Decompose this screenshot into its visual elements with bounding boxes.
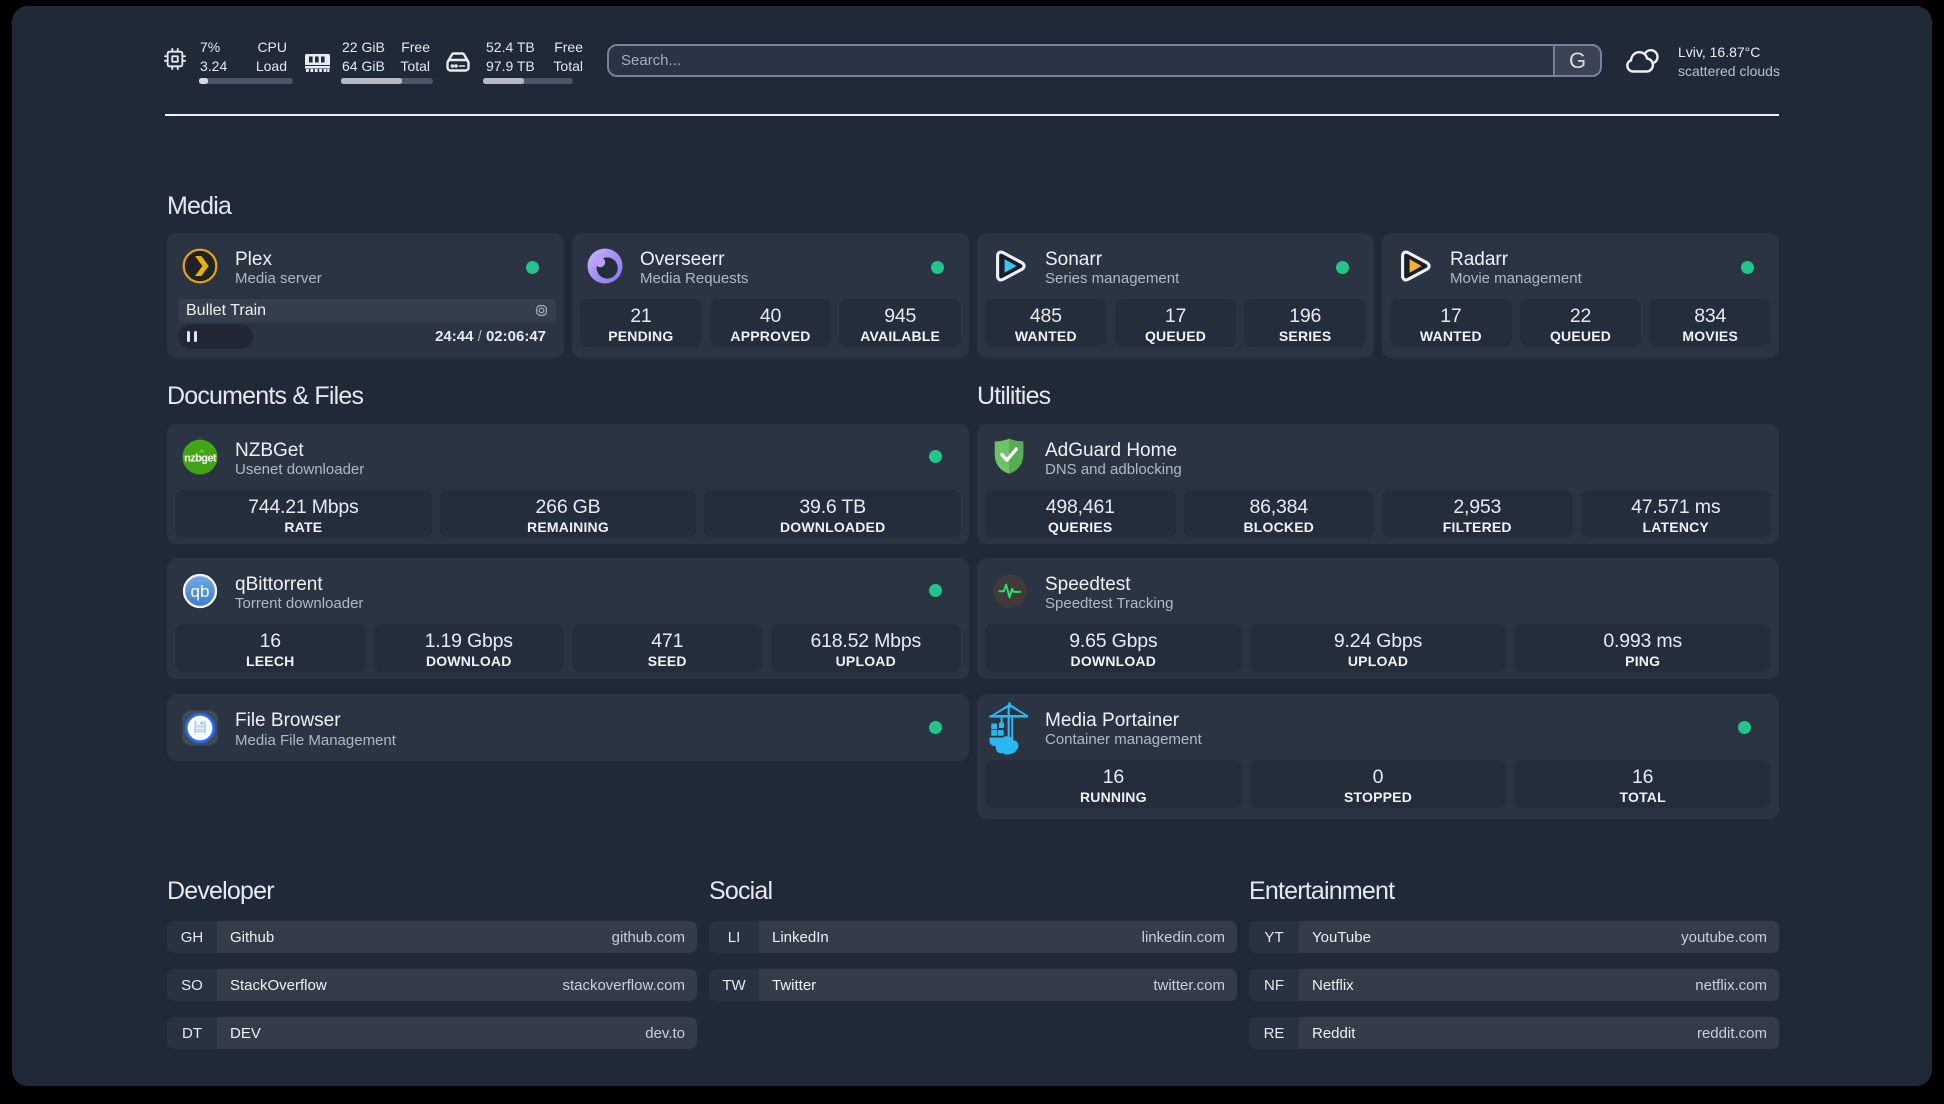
svg-text:nzbget: nzbget [184, 453, 217, 465]
svg-text:qb: qb [191, 582, 210, 601]
